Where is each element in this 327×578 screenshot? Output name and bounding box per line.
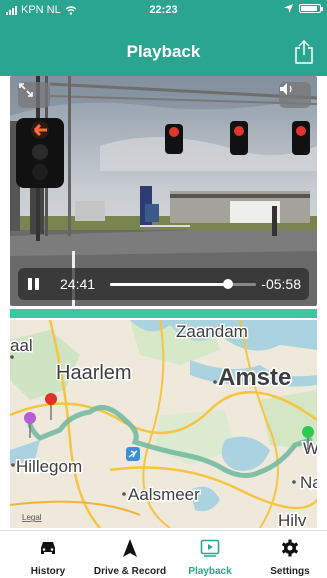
gear-icon	[281, 539, 299, 557]
playback-controls: 24:41 -05:58	[18, 268, 309, 300]
expand-icon	[19, 83, 33, 97]
status-right	[284, 4, 323, 13]
map-label-hilv: Hilv	[278, 511, 307, 528]
share-icon[interactable]	[293, 40, 315, 64]
fullscreen-button[interactable]	[18, 82, 50, 108]
route-map[interactable]: Zaandam Haarlem Amste aal Hillegom Aalsm…	[10, 320, 317, 528]
play-square-icon	[200, 539, 220, 557]
map-label-na: Na	[300, 473, 317, 492]
tab-label: Drive & Record	[93, 566, 167, 577]
location-arrow-icon	[284, 4, 293, 13]
map-canvas: Zaandam Haarlem Amste aal Hillegom Aalsm…	[10, 320, 317, 528]
video-player[interactable]: 24:41 -05:58	[10, 76, 317, 306]
map-label-aalsmeer: Aalsmeer	[128, 485, 200, 504]
progress-knob[interactable]	[223, 279, 234, 289]
navigation-arrow-icon	[123, 539, 137, 557]
tab-history[interactable]: History	[8, 531, 88, 578]
nav-bar: Playback	[0, 20, 327, 76]
page-title: Playback	[126, 42, 201, 61]
tab-drive-record[interactable]: Drive & Record	[90, 531, 170, 578]
map-legal-link[interactable]: Legal	[22, 513, 42, 522]
map-label-zaandam: Zaandam	[176, 322, 248, 341]
remaining-time: -05:58	[261, 276, 301, 292]
map-label-haarlem: Haarlem	[56, 362, 132, 384]
tab-bar: History Drive & Record Playback Settings	[0, 530, 327, 578]
pause-button[interactable]	[28, 278, 40, 290]
battery-icon	[299, 4, 323, 13]
map-label-amsterdam: Amste	[218, 364, 291, 391]
panel-divider[interactable]	[10, 309, 317, 318]
tab-settings[interactable]: Settings	[250, 531, 327, 578]
status-time: 22:23	[149, 4, 178, 16]
tab-label: History	[30, 566, 66, 577]
car-icon	[41, 542, 55, 554]
map-label-aal: aal	[10, 336, 33, 355]
progress-slider[interactable]	[110, 279, 256, 289]
speaker-icon	[280, 83, 292, 95]
map-label-w: W	[303, 439, 317, 458]
status-bar: KPN NL 22:23	[0, 0, 327, 20]
tab-playback[interactable]: Playback	[170, 531, 250, 578]
volume-button[interactable]	[279, 82, 311, 108]
elapsed-time: 24:41	[60, 276, 96, 292]
tab-label: Playback	[188, 566, 232, 577]
tab-label: Settings	[270, 566, 310, 577]
progress-fill	[110, 283, 229, 286]
airport-icon	[126, 447, 140, 461]
map-label-hillegom: Hillegom	[16, 457, 82, 476]
